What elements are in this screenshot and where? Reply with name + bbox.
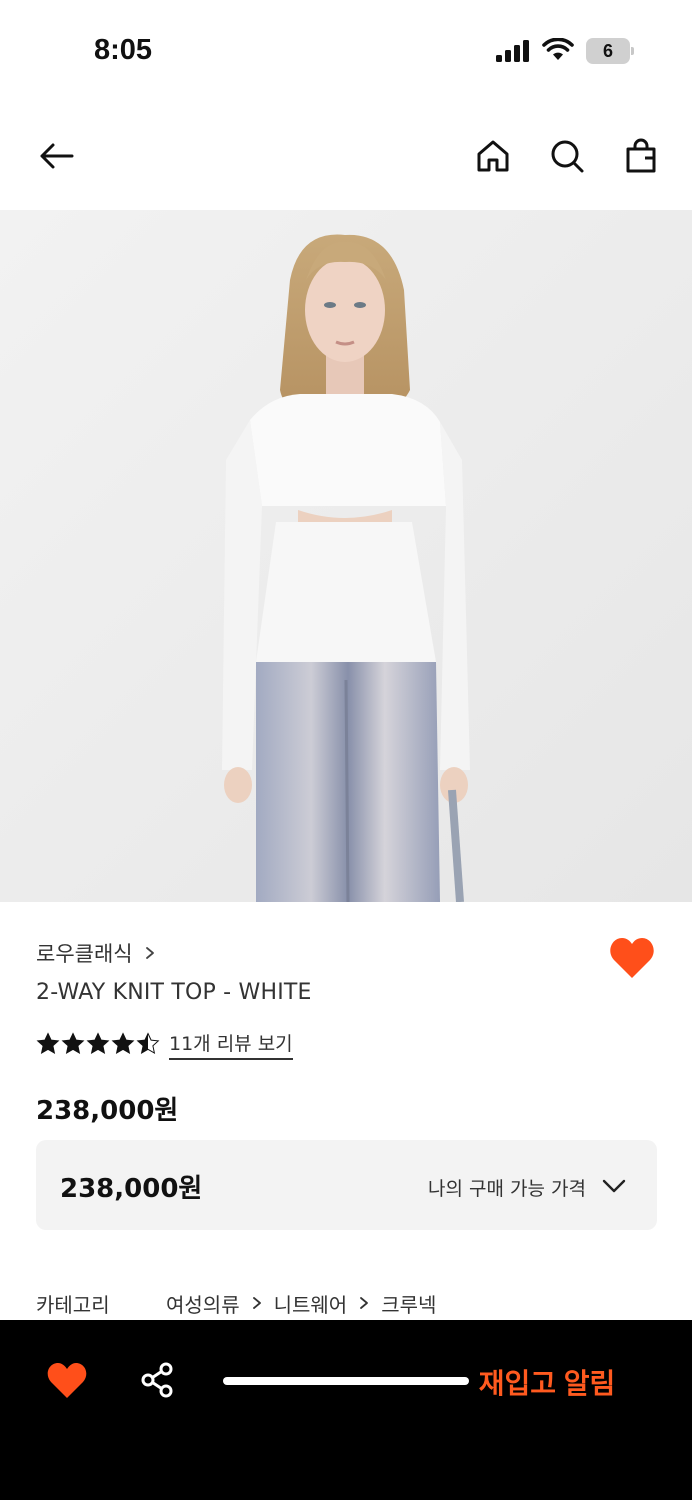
- wishlist-heart-icon[interactable]: [46, 1362, 88, 1400]
- star-full-icon: [36, 1032, 60, 1054]
- home-icon: [477, 140, 509, 172]
- product-price: 238,000원: [36, 1096, 179, 1126]
- battery-icon: 6: [586, 38, 634, 64]
- category-item[interactable]: 니트웨어: [274, 1289, 348, 1318]
- my-price-value: 238,000원: [60, 1174, 203, 1204]
- product-photo: [0, 210, 692, 902]
- product-name: 2-WAY KNIT TOP - WHITE: [36, 980, 312, 1005]
- rating-stars: [36, 1032, 161, 1056]
- chevron-right-icon: [360, 1297, 369, 1309]
- status-bar: 8:05 6: [0, 0, 692, 100]
- wifi-icon: [542, 38, 574, 60]
- status-time: 8:05: [94, 34, 153, 66]
- star-half-icon: [136, 1032, 160, 1054]
- chevron-right-icon: [252, 1297, 261, 1309]
- chevron-right-icon: [145, 947, 154, 959]
- back-button[interactable]: [32, 132, 80, 180]
- review-link[interactable]: 11개 리뷰 보기: [169, 1029, 293, 1060]
- brand-link[interactable]: 로우클래식: [36, 938, 157, 968]
- shopping-bag-icon: [626, 138, 656, 173]
- category-item[interactable]: 크루넥: [381, 1289, 436, 1318]
- chevron-down-icon: [602, 1179, 626, 1193]
- star-full-icon: [86, 1032, 110, 1054]
- back-arrow-icon: [40, 143, 74, 169]
- signal-icon: [496, 40, 529, 62]
- my-price-label: 나의 구매 가능 가격: [428, 1178, 586, 1200]
- brand-name: 로우클래식: [36, 942, 133, 966]
- product-image[interactable]: [0, 210, 692, 902]
- battery-level: 6: [602, 41, 613, 61]
- category-item[interactable]: 여성의류: [166, 1289, 240, 1318]
- wishlist-heart-icon[interactable]: [608, 936, 656, 980]
- top-nav: [0, 120, 692, 200]
- category-row: 카테고리 여성의류 니트웨어 크루넥: [36, 1288, 436, 1318]
- restock-alert-button[interactable]: 재입고 알림: [462, 1358, 632, 1406]
- bottom-action-bar: 재입고 알림: [0, 1320, 692, 1500]
- category-breadcrumb: 여성의류 니트웨어 크루넥: [166, 1289, 436, 1318]
- search-button[interactable]: [543, 132, 591, 180]
- home-button[interactable]: [469, 132, 517, 180]
- my-price-dropdown[interactable]: 238,000원 나의 구매 가능 가격: [36, 1140, 657, 1230]
- cart-button[interactable]: [617, 132, 665, 180]
- share-icon[interactable]: [138, 1360, 178, 1400]
- star-full-icon: [111, 1032, 135, 1054]
- home-indicator[interactable]: [223, 1377, 469, 1385]
- rating-row: 11개 리뷰 보기: [36, 1028, 293, 1060]
- category-label: 카테고리: [36, 1292, 110, 1317]
- search-icon: [551, 140, 584, 173]
- star-full-icon: [61, 1032, 85, 1054]
